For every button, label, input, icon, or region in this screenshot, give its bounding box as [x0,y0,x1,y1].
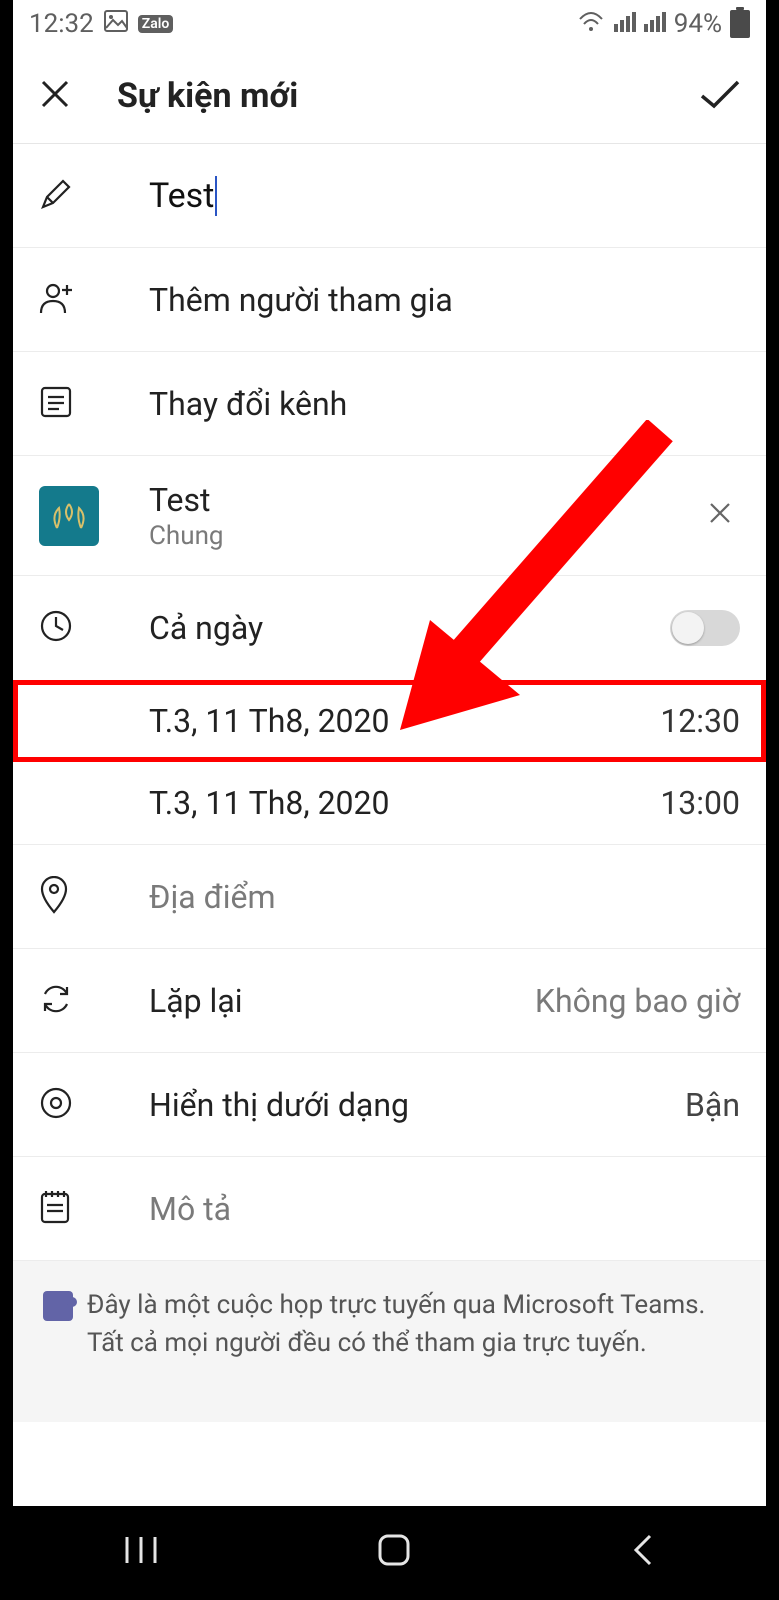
pencil-icon [39,177,73,215]
status-bar: 12:32 Zalo 94% [13,0,766,48]
participants-row[interactable]: Thêm người tham gia [13,248,766,352]
add-person-icon [39,279,77,321]
footnote-line2: Tất cả mọi người đều có thể tham gia trự… [87,1325,705,1363]
status-time: 12:32 [29,9,94,39]
clock-icon [39,609,73,647]
location-row[interactable]: Địa điểm [13,845,766,949]
showas-value: Bận [685,1086,740,1124]
home-button[interactable] [376,1532,412,1572]
repeat-value: Không bao giờ [535,982,740,1020]
teams-icon [43,1291,73,1321]
title-value[interactable]: Test [149,176,214,216]
location-label: Địa điểm [149,878,276,916]
allday-toggle[interactable] [670,610,740,646]
channel-icon [39,385,73,423]
page-title: Sự kiện mới [117,76,298,116]
allday-label: Cả ngày [149,609,263,647]
end-date: T.3, 11 Th8, 2020 [149,784,390,822]
end-time: 13:00 [660,784,740,822]
start-time: 12:30 [660,702,740,740]
channel-label: Thay đổi kênh [149,385,347,423]
start-date: T.3, 11 Th8, 2020 [149,702,390,740]
channel-row[interactable]: Thay đổi kênh [13,352,766,456]
meeting-info-note: Đây là một cuộc họp trực tuyến qua Micro… [13,1261,766,1422]
team-row[interactable]: Test Chung [13,456,766,576]
start-datetime-row[interactable]: T.3, 11 Th8, 2020 12:30 [13,680,766,762]
footnote-line1: Đây là một cuộc họp trực tuyến qua Micro… [87,1287,705,1325]
end-datetime-row[interactable]: T.3, 11 Th8, 2020 13:00 [13,762,766,844]
zalo-icon: Zalo [138,15,174,33]
app-header: Sự kiện mới [13,48,766,144]
allday-row: Cả ngày [13,576,766,680]
system-navbar [13,1506,766,1598]
showas-row[interactable]: Hiển thị dưới dạng Bận [13,1053,766,1157]
team-avatar [39,486,99,546]
recents-button[interactable] [121,1534,161,1570]
notes-icon [39,1189,71,1229]
confirm-button[interactable] [698,76,742,116]
close-button[interactable] [37,76,73,116]
participants-label: Thêm người tham gia [149,281,453,319]
back-button[interactable] [628,1532,658,1572]
signal-icon [614,9,636,39]
battery-text: 94% [674,9,722,39]
showas-label: Hiển thị dưới dạng [149,1086,409,1124]
status-icon [39,1086,73,1124]
repeat-row[interactable]: Lặp lại Không bao giờ [13,949,766,1053]
signal-icon-2 [644,9,666,39]
location-icon [39,876,69,918]
wifi-icon [576,9,606,40]
text-cursor [215,176,217,216]
repeat-label: Lặp lại [149,982,243,1020]
team-name: Test [149,481,211,519]
description-row[interactable]: Mô tả [13,1157,766,1261]
gallery-icon [104,9,128,39]
clear-team-button[interactable] [700,490,740,541]
title-row[interactable]: Test [13,144,766,248]
battery-icon [730,10,750,38]
repeat-icon [39,982,73,1020]
description-label: Mô tả [149,1190,231,1228]
team-channel: Chung [149,521,224,551]
